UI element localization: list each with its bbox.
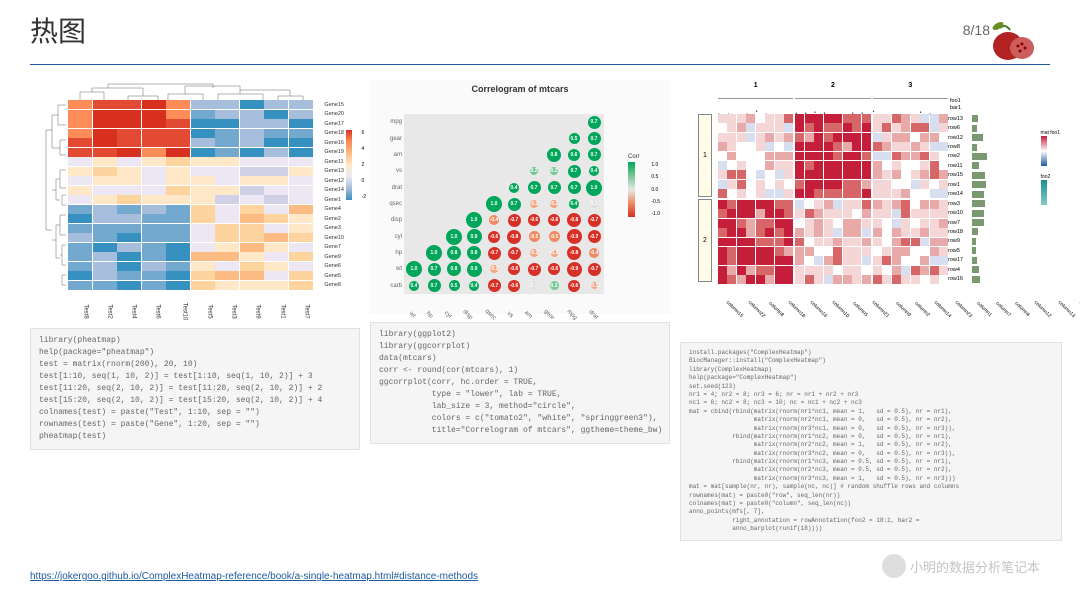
- correlogram-plot: Correlogram of mtcars 0.70.50.70.80.60.7…: [370, 80, 670, 314]
- pheatmap-plot: Gene15Gene20Gene17Gene18Gene16Gene19Gene…: [30, 80, 360, 320]
- ggcorrplot-code: library(ggplot2) library(ggcorrplot) dat…: [370, 322, 670, 444]
- page-title: 热图: [30, 10, 1050, 50]
- wechat-icon: [882, 554, 906, 578]
- correlogram-title: Correlogram of mtcars: [374, 84, 666, 94]
- complexheatmap-plot: 123 ●●●●●●●●●●●●●●●●●●●●●●●● foo1bar1 12…: [680, 80, 1062, 334]
- pomegranate-decoration: [980, 18, 1040, 63]
- reference-link[interactable]: https://jokergoo.github.io/ComplexHeatma…: [30, 571, 478, 582]
- watermark: 小明的数据分析笔记本: [882, 554, 1040, 578]
- complexheatmap-code: install.packages("ComplexHeatmap") BiocM…: [680, 342, 1062, 541]
- pheatmap-code: library(pheatmap) help(package="pheatmap…: [30, 328, 360, 450]
- divider: [30, 64, 1050, 65]
